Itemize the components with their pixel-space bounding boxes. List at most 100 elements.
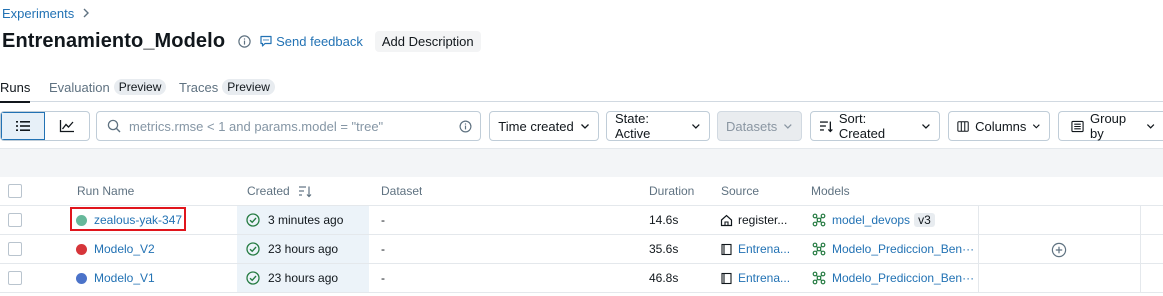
- chevron-down-icon: [692, 124, 700, 129]
- search-icon: [107, 119, 121, 133]
- search-box: [96, 111, 481, 141]
- chevron-down-icon: [1033, 124, 1041, 129]
- chevron-down-icon: [580, 124, 589, 129]
- table-toolbar-band: [0, 148, 1163, 177]
- add-column-button[interactable]: [1051, 242, 1067, 258]
- header-models[interactable]: Models: [811, 177, 850, 205]
- select-all-checkbox[interactable]: [8, 177, 22, 205]
- search-input[interactable]: [129, 118, 459, 134]
- toolbar: Time created State: Active Datasets Sort…: [0, 111, 1163, 141]
- time-created-label: Time created: [498, 118, 574, 134]
- header-created[interactable]: Created: [247, 177, 312, 205]
- tab-runs[interactable]: Runs: [0, 80, 31, 103]
- duration-cell: 46.8s: [649, 271, 679, 285]
- models-cell: Modelo_Prediccion_Ben···: [812, 235, 977, 263]
- created-time: 23 hours ago: [268, 242, 339, 256]
- models-cell: Modelo_Prediccion_Ben···: [812, 264, 977, 292]
- sort-dropdown[interactable]: Sort: Created: [810, 111, 940, 141]
- datasets-dropdown[interactable]: Datasets: [717, 111, 802, 141]
- created-cell: 23 hours ago: [237, 235, 369, 263]
- chevron-down-icon: [1146, 124, 1155, 129]
- check-circle-icon: [246, 213, 260, 227]
- model-icon: [812, 242, 826, 256]
- sort-icon: [819, 120, 833, 132]
- model-link[interactable]: model_devops: [832, 213, 910, 227]
- header-run-name[interactable]: Run Name: [77, 177, 134, 205]
- columns-label: Columns: [975, 118, 1027, 134]
- source-cell: Entrena...: [720, 264, 800, 292]
- highlight-annotation: [70, 207, 186, 231]
- table-row: Modelo_V2 23 hours ago - 35.6s Entrena..…: [0, 235, 1163, 264]
- source-link[interactable]: register...: [738, 213, 787, 227]
- header-created-label: Created: [247, 184, 290, 198]
- columns-dropdown[interactable]: Columns: [948, 111, 1050, 141]
- state-dropdown[interactable]: State: Active: [606, 111, 710, 141]
- duration-cell: 14.6s: [649, 213, 679, 227]
- add-description-button[interactable]: Add Description: [374, 30, 481, 52]
- models-cell: model_devops v3: [812, 206, 977, 234]
- model-icon: [812, 271, 826, 285]
- check-circle-icon: [246, 271, 260, 285]
- time-created-dropdown[interactable]: Time created: [489, 111, 599, 141]
- table-header: Run Name Created Dataset Duration Source…: [0, 177, 1163, 206]
- chevron-right-icon: [82, 7, 90, 21]
- source-link[interactable]: Entrena...: [738, 242, 790, 256]
- title-row: Entrenamiento_Modelo Send feedback Add D…: [2, 28, 481, 54]
- page-title: Entrenamiento_Modelo: [2, 29, 226, 52]
- view-toggle: [0, 111, 90, 141]
- run-color-dot[interactable]: [76, 272, 87, 284]
- created-cell: 3 minutes ago: [237, 206, 369, 234]
- tab-evaluation[interactable]: Evaluation Preview: [49, 79, 167, 102]
- info-icon[interactable]: [459, 119, 472, 133]
- tab-bar: Runs Evaluation Preview Traces Preview: [0, 79, 1163, 103]
- table-row: Modelo_V1 23 hours ago - 46.8s Entrena..…: [0, 264, 1163, 293]
- run-name-cell: Modelo_V1: [76, 264, 155, 292]
- run-name-link[interactable]: Modelo_V2: [94, 242, 155, 256]
- breadcrumb: Experiments: [2, 6, 90, 21]
- preview-badge: Preview: [113, 79, 167, 95]
- run-color-dot[interactable]: [76, 243, 87, 255]
- chevron-down-icon: [784, 124, 792, 129]
- header-dataset[interactable]: Dataset: [381, 177, 422, 205]
- state-label: State: Active: [615, 111, 651, 141]
- column-divider: [1140, 206, 1141, 292]
- line-chart-icon: [59, 120, 74, 133]
- list-icon: [16, 121, 30, 131]
- dataset-cell: -: [381, 213, 385, 227]
- model-link[interactable]: Modelo_Prediccion_Ben···: [832, 242, 974, 256]
- group-by-label: Group by: [1090, 111, 1127, 141]
- send-feedback-link[interactable]: Send feedback: [259, 34, 363, 49]
- speech-bubble-icon: [260, 35, 272, 47]
- row-checkbox[interactable]: [8, 206, 22, 234]
- source-cell: Entrena...: [720, 235, 800, 263]
- version-badge: v3: [914, 213, 935, 227]
- model-icon: [812, 213, 826, 227]
- columns-icon: [957, 120, 969, 132]
- group-by-dropdown[interactable]: Group by: [1058, 111, 1163, 141]
- group-icon: [1071, 120, 1084, 132]
- sort-descending-icon: [298, 185, 312, 197]
- column-divider: [978, 206, 979, 292]
- tab-traces-label: Traces: [179, 80, 219, 95]
- plus-circle-icon: [1051, 242, 1067, 258]
- row-checkbox[interactable]: [8, 264, 22, 292]
- chevron-down-icon: [922, 124, 930, 129]
- header-source[interactable]: Source: [721, 177, 759, 205]
- header-duration[interactable]: Duration: [649, 177, 694, 205]
- created-time: 23 hours ago: [268, 271, 339, 285]
- duration-cell: 35.6s: [649, 242, 679, 256]
- source-link[interactable]: Entrena...: [738, 271, 790, 285]
- model-link[interactable]: Modelo_Prediccion_Ben···: [832, 271, 974, 285]
- tab-runs-label: Runs: [0, 80, 31, 95]
- file-icon: [721, 243, 732, 255]
- info-icon[interactable]: [237, 34, 251, 48]
- chart-view-button[interactable]: [45, 112, 89, 140]
- breadcrumb-experiments-link[interactable]: Experiments: [2, 6, 74, 21]
- run-name-link[interactable]: Modelo_V1: [94, 271, 155, 285]
- created-time: 3 minutes ago: [268, 213, 344, 227]
- row-checkbox[interactable]: [8, 235, 22, 263]
- table-view-button[interactable]: [1, 112, 45, 140]
- runs-table: Run Name Created Dataset Duration Source…: [0, 177, 1163, 293]
- preview-badge: Preview: [222, 79, 275, 95]
- tab-traces[interactable]: Traces Preview: [179, 79, 275, 102]
